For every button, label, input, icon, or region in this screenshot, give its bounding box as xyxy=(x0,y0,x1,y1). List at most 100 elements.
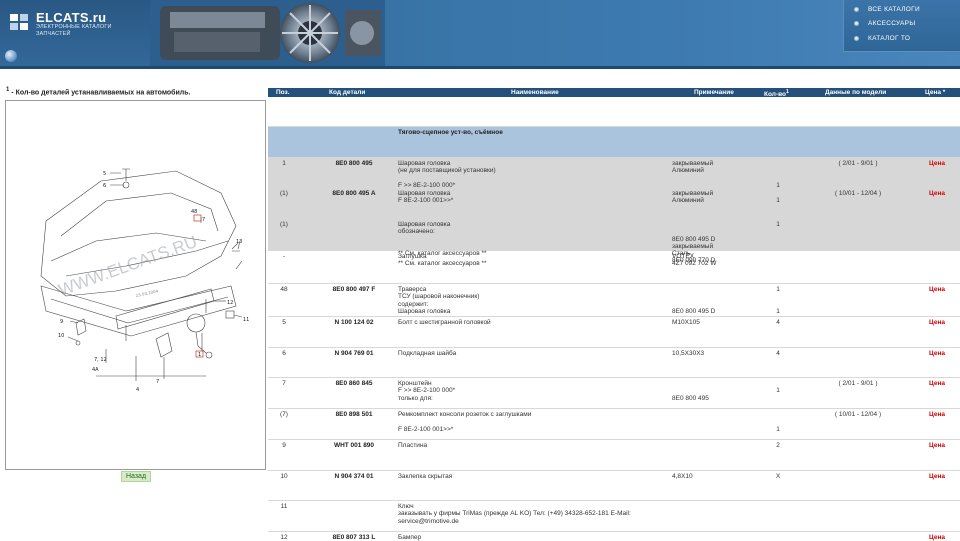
cell-name: Заклепка скрытая xyxy=(398,473,453,480)
price-link[interactable]: Цена xyxy=(920,380,954,387)
cell-note: 8E0 800 495 D xyxy=(672,307,716,315)
table-row: 48 8E0 800 497 F Траверса ТСУ (шаровой нак… xyxy=(268,284,960,317)
cell-name: Траверса ТСУ (шаровой наконечник) содерж… xyxy=(398,286,480,315)
cell-note: закрываемый Алюминий xyxy=(672,190,714,205)
back-button[interactable]: Назад xyxy=(121,471,151,482)
cell-qty: 4 xyxy=(776,350,780,357)
nav-accessories[interactable]: АКСЕССУАРЫ xyxy=(854,20,915,27)
bullet-icon xyxy=(854,36,859,41)
footnote-text: - Кол-во деталей устанавливаемых на авто… xyxy=(9,89,191,97)
table-row: - Заглушка ** См. каталог аксессуаров ** V… xyxy=(268,251,960,284)
price-link[interactable]: Цена xyxy=(920,411,954,418)
cell-qty: 1 xyxy=(776,425,780,433)
table-row: 12 8E0 807 313 L Бампер Цена xyxy=(268,532,960,541)
diagram-label: 11 xyxy=(243,317,249,323)
cell-qty: 1 1 xyxy=(776,286,780,315)
header-code: Код детали xyxy=(329,89,366,96)
price-link[interactable]: Цена xyxy=(920,534,954,541)
price-link[interactable]: Цена xyxy=(920,473,954,480)
logo-subtitle-line1: ЭЛЕКТРОННЫЕ КАТАЛОГИ xyxy=(36,24,112,30)
cell-code: N 904 374 01 xyxy=(334,473,374,480)
cell-code: N 904 769 01 xyxy=(334,350,374,357)
cell-name: Шаровая головка F 8E-2-100 001>>* xyxy=(398,190,454,205)
parts-table: Поз. Код детали Наименование Примечание … xyxy=(268,88,960,541)
cell-note: 4,8X10 xyxy=(672,473,693,480)
logo-area[interactable]: ELCATS.ru ЭЛЕКТРОННЫЕ КАТАЛОГИ ЗАПЧАСТЕЙ xyxy=(0,0,150,66)
diagram-label: 12 xyxy=(227,300,233,306)
table-row: 11 Ключ заказывать у фирмы TriMas (прежде… xyxy=(268,501,960,532)
cell-code: N 100 124 02 xyxy=(334,319,374,326)
cell-pos: 10 xyxy=(280,473,288,480)
cell-qty: 2 xyxy=(776,442,780,449)
table-row: (7) 8E0 898 501 Ремкомплект консоли розето… xyxy=(268,409,960,440)
table-row: 6 N 904 769 01 Подкладная шайба 10,5X30X3 4 Ц… xyxy=(268,348,960,378)
nav-label: КАТАЛОГ ТО xyxy=(868,35,911,42)
diagram-label: 7 xyxy=(202,217,205,223)
cell-name: Ключ заказывать у фирмы TriMas (прежде A… xyxy=(398,503,631,525)
diagram-label: 4A xyxy=(92,367,99,373)
parts-diagram: 5 6 48 7 13 12 11 1 9 10 7, 12 4A 7 4 23… xyxy=(5,100,266,470)
parts-diagram-drawing: 5 6 48 7 13 12 11 1 9 10 7, 12 4A 7 4 23… xyxy=(40,168,249,393)
cell-qty: 4 xyxy=(776,319,780,326)
price-link[interactable]: Цена xyxy=(920,190,954,197)
cell-pos: 6 xyxy=(282,350,286,357)
cell-model: ( 10/01 - 12/04 ) xyxy=(834,190,882,197)
cell-pos: 7 xyxy=(282,380,286,387)
cell-code: 8E0 807 313 L xyxy=(332,534,376,541)
table-row: 7 8E0 860 845 Кронштейн F >> 8E-2-100 000*… xyxy=(268,378,960,409)
globe-icon xyxy=(5,50,17,62)
logo-mark-icon xyxy=(10,14,28,30)
bullet-icon xyxy=(854,21,859,26)
nav-service-catalog[interactable]: КАТАЛОГ ТО xyxy=(854,35,910,42)
header-pos: Поз. xyxy=(276,89,290,96)
cell-qty: 1 xyxy=(776,197,780,205)
nav-label: АКСЕССУАРЫ xyxy=(868,20,916,27)
header-price: Цена * xyxy=(925,89,946,96)
diagram-label: 7 xyxy=(156,379,159,385)
cell-note: 8E0 800 495 xyxy=(672,394,709,402)
diagram-label: 48 xyxy=(191,209,197,215)
cell-qty: 1 xyxy=(776,387,780,395)
table-row: (1) Шаровая головка обозначено: ** См. ка… xyxy=(268,219,960,264)
header-model: Данные по модели xyxy=(825,89,887,96)
cell-name: Болт с шестигранной головкой xyxy=(398,319,491,326)
price-link[interactable]: Цена xyxy=(920,319,954,326)
cell-pos: 9 xyxy=(282,442,286,449)
cell-note: VOTEX 4Z7 092 702 W xyxy=(672,253,717,268)
table-row-spacer xyxy=(268,97,960,127)
cell-model: ( 2/01 - 9/01 ) xyxy=(838,380,878,387)
header-name: Наименование xyxy=(511,89,559,96)
bullet-icon xyxy=(854,7,859,12)
price-link[interactable]: Цена xyxy=(920,286,954,293)
price-link[interactable]: Цена xyxy=(920,350,954,357)
table-row: 5 N 100 124 02 Болт с шестигранной головко… xyxy=(268,317,960,348)
cell-code: 8E0 800 495 xyxy=(335,160,373,167)
cell-name: Пластина xyxy=(398,442,428,449)
cell-pos: 1 xyxy=(282,160,286,167)
diagram-label: 1 xyxy=(198,352,201,358)
cell-code: 8E0 898 501 xyxy=(335,411,373,418)
price-link[interactable]: Цена xyxy=(920,442,954,449)
cell-qty: 1 xyxy=(776,181,780,189)
logo-subtitle: ЭЛЕКТРОННЫЕ КАТАЛОГИ ЗАПЧАСТЕЙ xyxy=(36,24,126,38)
cell-note: закрываемый Алюминий xyxy=(672,160,714,175)
cell-model: ( 2/01 - 9/01 ) xyxy=(838,160,878,167)
logo-subtitle-line2: ЗАПЧАСТЕЙ xyxy=(36,31,71,37)
header-qty-mark: 1 xyxy=(785,89,789,95)
header-stripe xyxy=(0,66,960,69)
nav-label: ВСЕ КАТАЛОГИ xyxy=(868,6,920,13)
cell-note: 10,5X30X3 xyxy=(672,350,705,357)
engine-image xyxy=(150,0,385,66)
diagram-label: 5 xyxy=(103,171,106,177)
price-link[interactable]: Цена xyxy=(920,160,954,167)
cell-pos: (7) xyxy=(280,411,288,418)
cell-name: Ремкомплект консоли розеток с заглушками… xyxy=(398,411,532,433)
cell-code: 8E0 800 495 A xyxy=(332,190,376,197)
cell-model: ( 10/01 - 12/04 ) xyxy=(834,411,882,418)
table-row: (1) 8E0 800 495 A Шаровая головка F 8E-2-1… xyxy=(268,188,960,219)
diagram-label: 7, 12 xyxy=(94,357,107,363)
quantity-footnote: 1 - Кол-во деталей устанавливаемых на ав… xyxy=(6,87,191,96)
nav-all-catalogs[interactable]: ВСЕ КАТАЛОГИ xyxy=(854,6,920,13)
cell-name: Кронштейн F >> 8E-2-100 000* только для: xyxy=(398,380,456,402)
cell-name: Подкладная шайба xyxy=(398,350,457,357)
